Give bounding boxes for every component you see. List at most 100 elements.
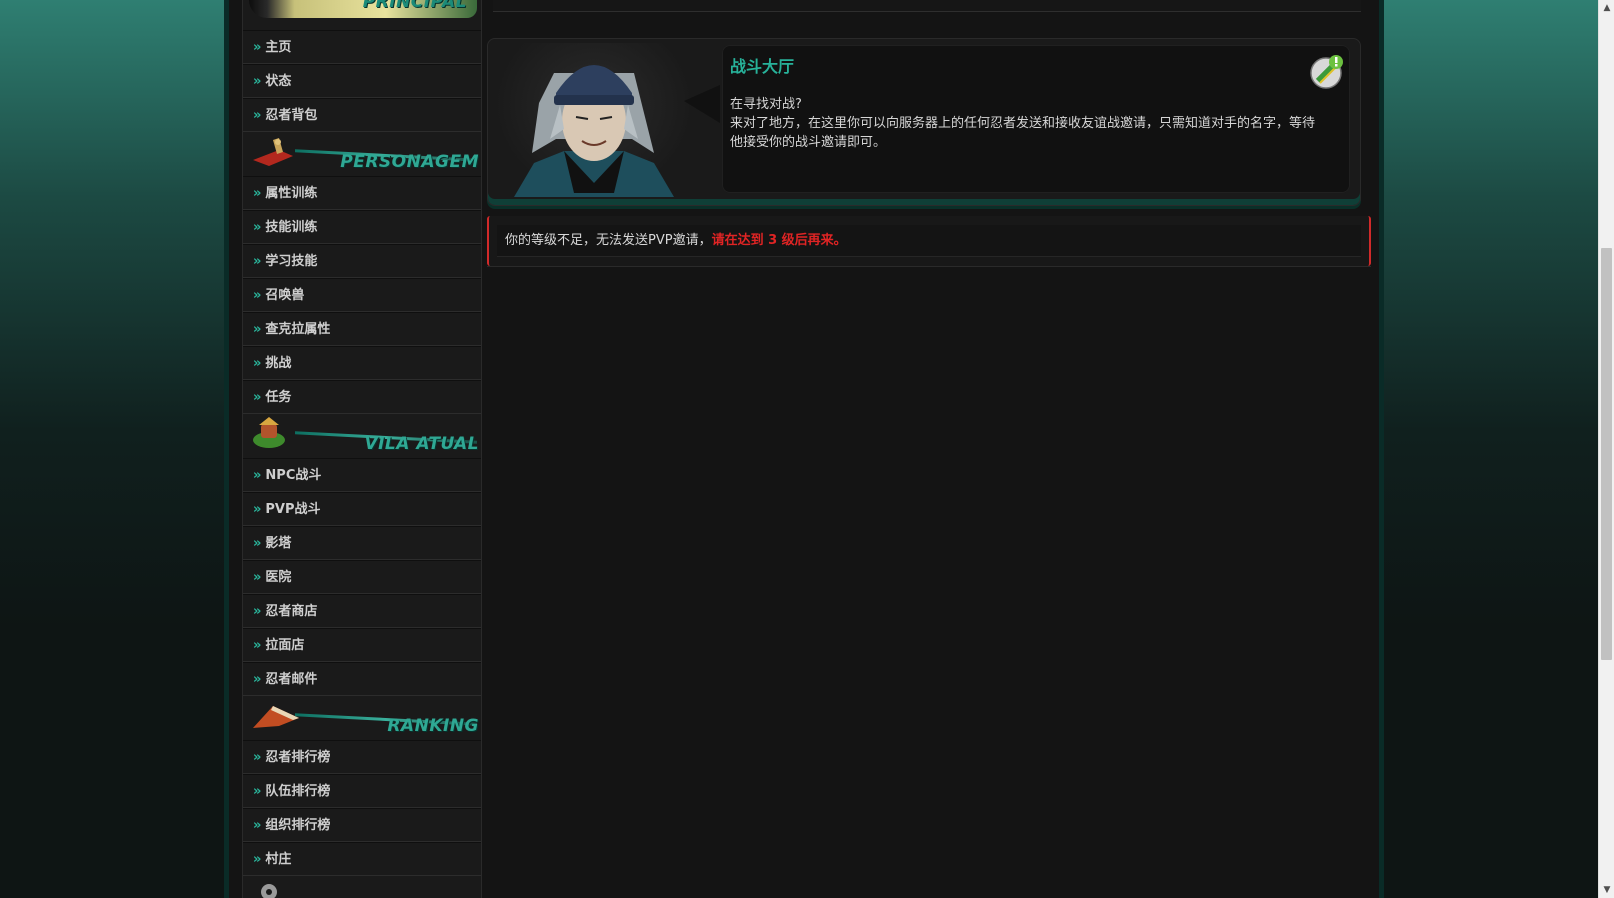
arrow-icon: » (253, 536, 262, 551)
sidebar-item-label: 村庄 (265, 852, 292, 867)
sidebar-item-inventory[interactable]: » 忍者背包 (243, 98, 481, 132)
sidebar-item-label: 医院 (265, 570, 292, 585)
section-header-personagem: PERSONAGEM (243, 132, 481, 176)
sidebar-item-label: 召唤兽 (265, 288, 305, 303)
arrow-icon: » (253, 74, 262, 89)
section-header-vila-atual: VILA ATUAL (243, 414, 481, 458)
sidebar-item-label: 组织排行榜 (265, 818, 331, 833)
arrow-icon: » (253, 288, 262, 303)
section-title-ranking: RANKING (387, 716, 479, 736)
sidebar-menu: PRINCIPAL » 主页 » 状态 » 忍者背包 PERSONAGEM » 属性训练… (242, 0, 482, 898)
sidebar-item-label: 忍者邮件 (265, 672, 318, 687)
section-header-principal: PRINCIPAL (243, 0, 481, 30)
background-right (1384, 0, 1598, 898)
level-warning-alert: 你的等级不足，无法发送PVP邀请，请在达到 3 级后再来。 (487, 216, 1371, 266)
sidebar-item-quests[interactable]: » 任务 (243, 380, 481, 414)
arrow-icon: » (253, 604, 262, 619)
sidebar-item-summon[interactable]: » 召唤兽 (243, 278, 481, 312)
intro-line-2: 来对了地方，在这里你可以向服务器上的任何忍者发送和接收友谊战邀请，只需知道对手的… (730, 116, 1316, 150)
sidebar-item-team-ranking[interactable]: » 队伍排行榜 (243, 774, 481, 808)
arrow-icon: » (253, 40, 262, 55)
sidebar-item-label: 忍者商店 (265, 604, 318, 619)
scrollbar-thumb[interactable] (1601, 248, 1612, 660)
alert-highlight: 请在达到 3 级后再来。 (711, 233, 847, 248)
page-title: 战斗大厅 (730, 57, 795, 76)
scroll-icon (253, 138, 293, 166)
sidebar-item-org-ranking[interactable]: » 组织排行榜 (243, 808, 481, 842)
vertical-scrollbar[interactable]: ▲ ▼ (1598, 0, 1614, 898)
arrow-icon: » (253, 750, 262, 765)
arrow-icon: » (253, 108, 262, 123)
sidebar-item-label: NPC战斗 (265, 468, 322, 483)
battle-hall-card: 战斗大厅 在寻找对战? 来对了地方，在这里你可以向服务器上的任何忍者发送和接收友… (487, 38, 1361, 206)
sidebar-item-attribute-training[interactable]: » 属性训练 (243, 176, 481, 210)
sidebar-item-label: 任务 (265, 390, 292, 405)
sidebar-item-kage-tower[interactable]: » 影塔 (243, 526, 481, 560)
sidebar-item-home[interactable]: » 主页 (243, 30, 481, 64)
sidebar-item-label: 主页 (265, 40, 292, 55)
alert-message: 你的等级不足，无法发送PVP邀请，请在达到 3 级后再来。 (497, 225, 1361, 257)
arrow-icon: » (253, 220, 262, 235)
arrow-icon: » (253, 322, 262, 337)
arrow-icon: » (253, 390, 262, 405)
principal-banner: PRINCIPAL (249, 0, 477, 18)
arrow-icon: » (253, 672, 262, 687)
sidebar-item-ninja-ranking[interactable]: » 忍者排行榜 (243, 740, 481, 774)
intro-line-1: 在寻找对战? (730, 97, 802, 112)
speech-bubble: 战斗大厅 在寻找对战? 来对了地方，在这里你可以向服务器上的任何忍者发送和接收友… (722, 45, 1350, 193)
sidebar-item-ramen-shop[interactable]: » 拉面店 (243, 628, 481, 662)
sidebar-item-label: 忍者排行榜 (265, 750, 331, 765)
sidebar-item-label: 属性训练 (265, 186, 318, 201)
arrow-icon: » (253, 186, 262, 201)
arrow-icon: » (253, 570, 262, 585)
sidebar-item-npc-battle[interactable]: » NPC战斗 (243, 458, 481, 492)
section-title-personagem: PERSONAGEM (340, 152, 479, 172)
ninja-portrait (494, 43, 694, 197)
sidebar-item-label: 学习技能 (265, 254, 318, 269)
arrow-icon: » (253, 818, 262, 833)
intro-text: 在寻找对战? 来对了地方，在这里你可以向服务器上的任何忍者发送和接收友谊战邀请，… (730, 95, 1320, 152)
sidebar-item-hospital[interactable]: » 医院 (243, 560, 481, 594)
sidebar-item-label: 状态 (265, 74, 292, 89)
sidebar-item-label: 挑战 (265, 356, 292, 371)
sidebar-item-label: 队伍排行榜 (265, 784, 331, 799)
ranking-icon (253, 706, 299, 728)
section-title-vila-atual: VILA ATUAL (364, 434, 479, 454)
gear-icon (261, 884, 277, 898)
sidebar-item-label: 查克拉属性 (265, 322, 331, 337)
arrow-icon: » (253, 254, 262, 269)
arrow-icon: » (253, 502, 262, 517)
section-header-next (243, 876, 481, 898)
sidebar-item-challenge[interactable]: » 挑战 (243, 346, 481, 380)
speech-bubble-tail (684, 85, 720, 123)
arrow-icon: » (253, 468, 262, 483)
sidebar-item-ninja-mail[interactable]: » 忍者邮件 (243, 662, 481, 696)
sidebar-item-label: 技能训练 (265, 220, 318, 235)
section-header-ranking: RANKING (243, 696, 481, 740)
arrow-icon: » (253, 784, 262, 799)
notice-badge-icon (1310, 55, 1343, 89)
sidebar-item-pvp-battle[interactable]: » PVP战斗 (243, 492, 481, 526)
sidebar-item-label: 拉面店 (265, 638, 305, 653)
scroll-up-icon[interactable]: ▲ (1599, 0, 1614, 16)
ninja-character-image (514, 65, 674, 197)
arrow-icon: » (253, 852, 262, 867)
sidebar-item-village[interactable]: » 村庄 (243, 842, 481, 876)
sidebar-item-label: PVP战斗 (265, 502, 321, 517)
alert-text: 你的等级不足，无法发送PVP邀请， (505, 233, 712, 248)
sidebar-item-chakra[interactable]: » 查克拉属性 (243, 312, 481, 346)
scroll-down-icon[interactable]: ▼ (1599, 882, 1614, 898)
sidebar-item-status[interactable]: » 状态 (243, 64, 481, 98)
top-bar (493, 0, 1361, 12)
sidebar-item-label: 忍者背包 (265, 108, 318, 123)
sidebar-item-ninja-shop[interactable]: » 忍者商店 (243, 594, 481, 628)
arrow-icon: » (253, 638, 262, 653)
divider (487, 266, 1371, 267)
village-icon (253, 417, 285, 448)
section-title-principal: PRINCIPAL (362, 0, 467, 12)
sidebar-item-label: 影塔 (265, 536, 292, 551)
sidebar-item-skill-training[interactable]: » 技能训练 (243, 210, 481, 244)
sidebar-item-learn-skills[interactable]: » 学习技能 (243, 244, 481, 278)
background-left (0, 0, 224, 898)
arrow-icon: » (253, 356, 262, 371)
